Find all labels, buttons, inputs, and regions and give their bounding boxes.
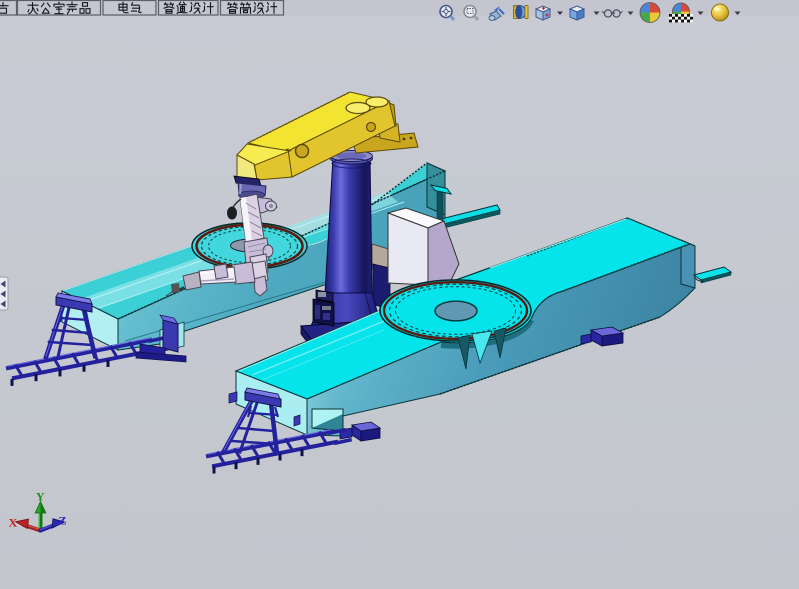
svg-text:X: X <box>9 516 18 530</box>
svg-text:Z: Z <box>59 514 67 528</box>
svg-text:Y: Y <box>36 490 45 504</box>
